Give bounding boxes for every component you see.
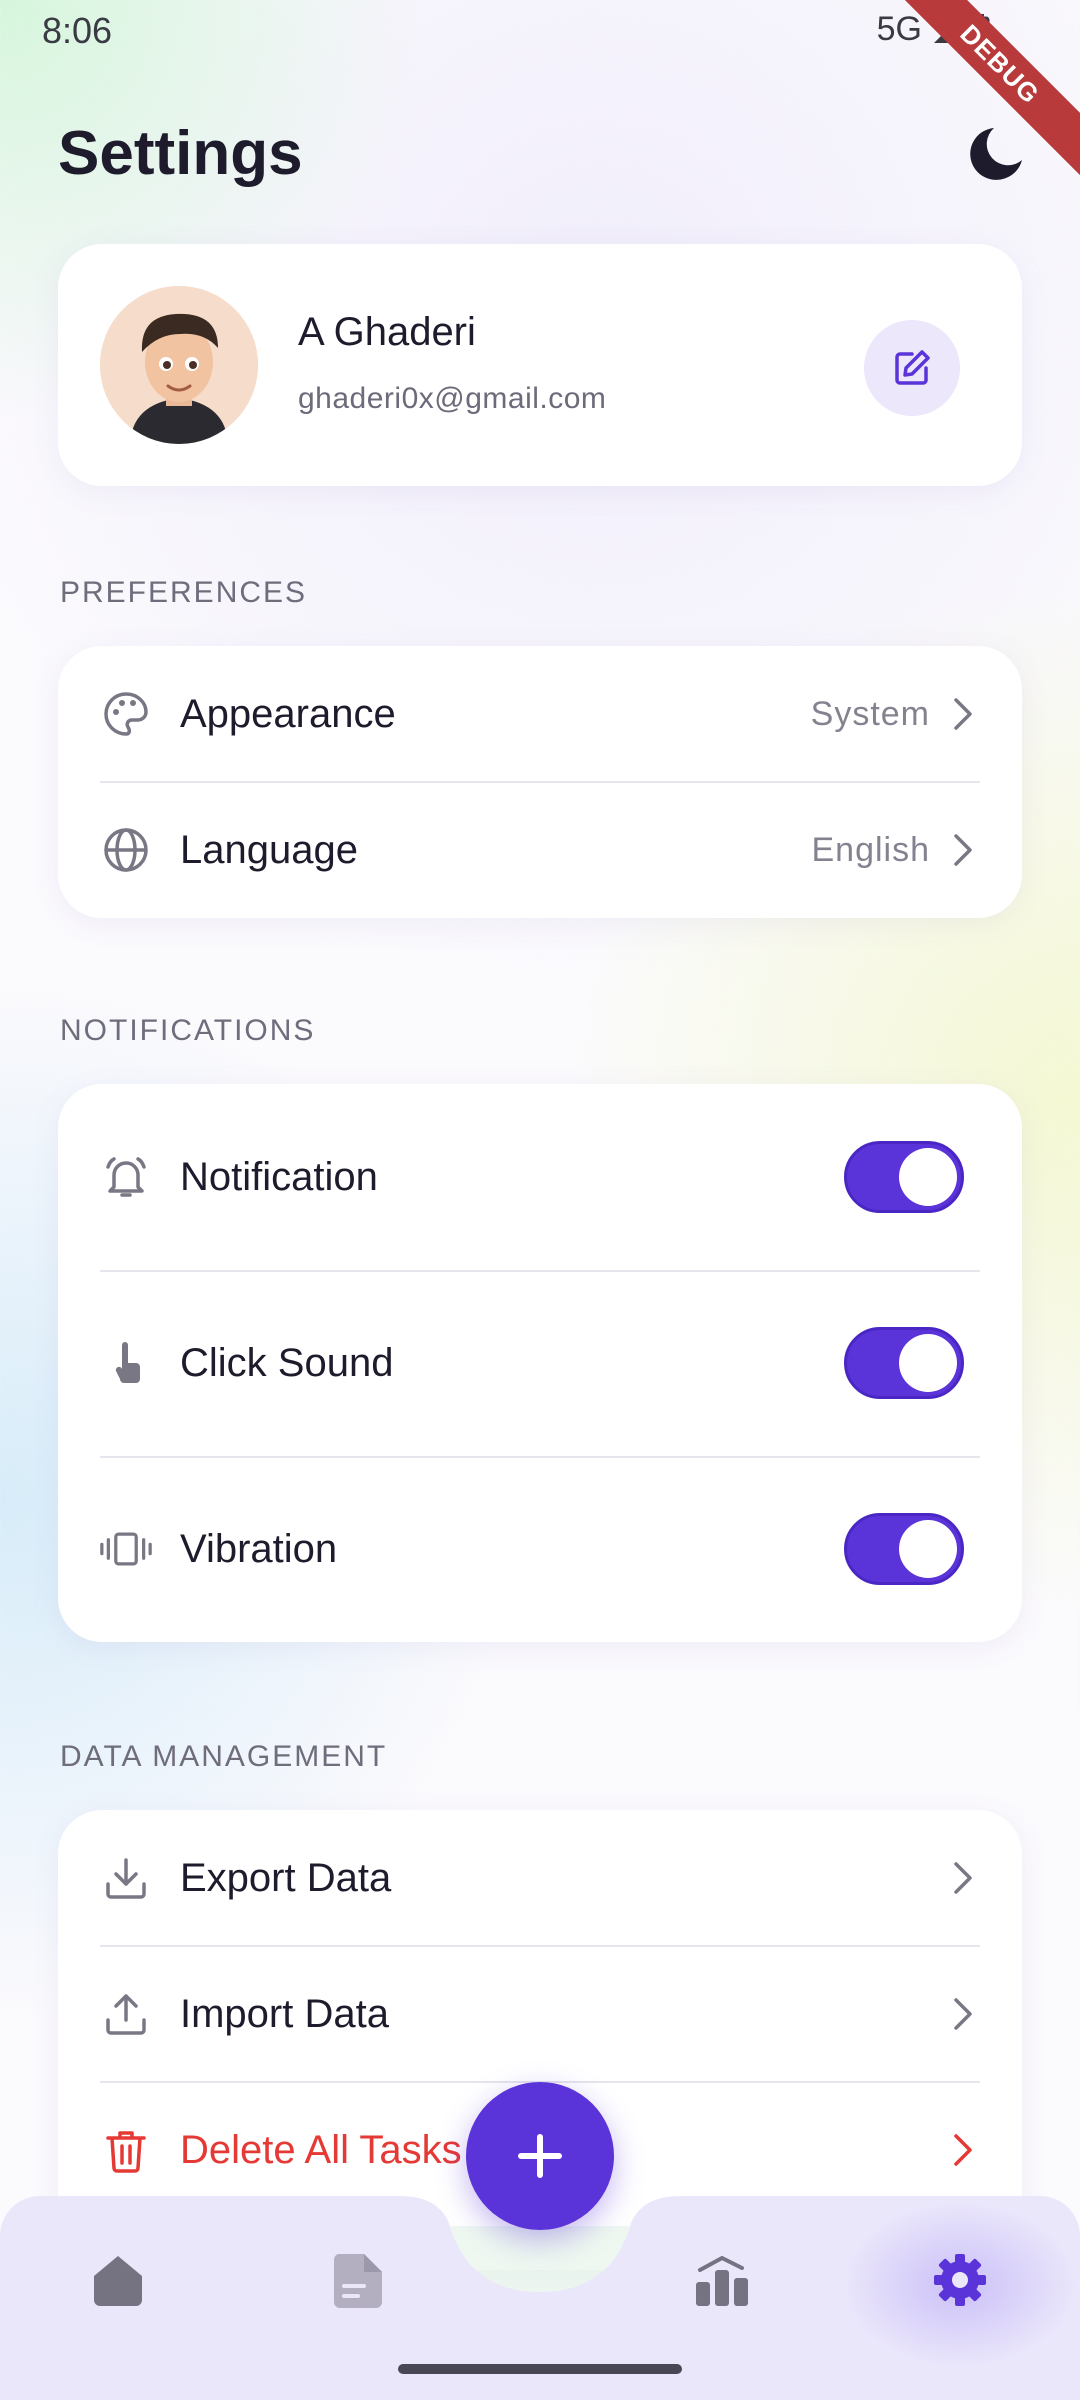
section-label-data-management: DATA MANAGEMENT bbox=[60, 1740, 388, 1773]
moon-icon bbox=[970, 128, 1022, 180]
upload-icon bbox=[100, 1988, 152, 2040]
globe-icon bbox=[100, 824, 152, 876]
settings-item-appearance[interactable]: Appearance System bbox=[58, 646, 1022, 782]
avatar bbox=[100, 286, 258, 444]
settings-item-label: Appearance bbox=[180, 691, 396, 736]
home-icon bbox=[94, 2256, 142, 2306]
settings-item-label: Delete All Tasks bbox=[180, 2127, 462, 2172]
nav-documents[interactable] bbox=[318, 2240, 398, 2320]
preferences-card: Appearance System Language English bbox=[58, 646, 1022, 918]
settings-item-notification: Notification bbox=[58, 1084, 1022, 1270]
settings-item-label: Click Sound bbox=[180, 1340, 394, 1385]
palette-icon bbox=[100, 688, 152, 740]
nav-settings[interactable] bbox=[920, 2240, 1000, 2320]
edit-icon bbox=[895, 350, 930, 385]
document-icon bbox=[333, 2254, 382, 2308]
tap-icon bbox=[100, 1337, 152, 1389]
settings-item-click-sound: Click Sound bbox=[58, 1270, 1022, 1456]
chevron-right-icon bbox=[954, 698, 972, 730]
notification-toggle[interactable] bbox=[844, 1141, 964, 1213]
settings-item-language[interactable]: Language English bbox=[58, 782, 1022, 918]
chevron-right-icon bbox=[954, 1862, 972, 1894]
trash-icon bbox=[100, 2124, 152, 2176]
settings-item-export-data[interactable]: Export Data bbox=[58, 1810, 1022, 1946]
nav-statistics[interactable] bbox=[682, 2240, 762, 2320]
settings-item-label: Language bbox=[180, 827, 358, 872]
chevron-right-icon bbox=[954, 2134, 972, 2166]
home-indicator bbox=[398, 2364, 682, 2374]
toggle-knob bbox=[899, 1334, 957, 1392]
bell-icon bbox=[100, 1151, 152, 1203]
nav-home[interactable] bbox=[78, 2240, 158, 2320]
settings-item-label: Export Data bbox=[180, 1855, 392, 1900]
page-title: Settings bbox=[58, 119, 303, 188]
edit-profile-button[interactable] bbox=[864, 320, 960, 416]
settings-item-value: System bbox=[810, 694, 930, 733]
chart-icon bbox=[696, 2255, 748, 2306]
download-icon bbox=[100, 1852, 152, 1904]
plus-icon bbox=[518, 2134, 562, 2178]
profile-email: ghaderi0x@gmail.com bbox=[298, 382, 607, 415]
settings-item-label: Notification bbox=[180, 1154, 378, 1199]
section-label-notifications: NOTIFICATIONS bbox=[60, 1014, 316, 1047]
settings-item-value: English bbox=[811, 830, 930, 869]
profile-name: A Ghaderi bbox=[298, 310, 476, 354]
settings-item-label: Import Data bbox=[180, 1991, 389, 2036]
profile-card[interactable]: A Ghaderi ghaderi0x@gmail.com bbox=[58, 244, 1022, 486]
settings-item-import-data[interactable]: Import Data bbox=[58, 1946, 1022, 2082]
network-label: 5G bbox=[876, 10, 922, 48]
notifications-card: Notification Click Sound Vibration bbox=[58, 1084, 1022, 1642]
settings-item-label: Vibration bbox=[180, 1526, 338, 1571]
settings-icon bbox=[934, 2254, 986, 2306]
theme-toggle-button[interactable] bbox=[960, 120, 1030, 190]
section-label-preferences: PREFERENCES bbox=[60, 576, 308, 609]
toggle-knob bbox=[899, 1520, 957, 1578]
chevron-right-icon bbox=[954, 834, 972, 866]
settings-item-vibration: Vibration bbox=[58, 1456, 1022, 1642]
status-time: 8:06 bbox=[42, 10, 113, 51]
click-sound-toggle[interactable] bbox=[844, 1327, 964, 1399]
toggle-knob bbox=[899, 1148, 957, 1206]
add-task-button[interactable] bbox=[466, 2082, 614, 2230]
chevron-right-icon bbox=[954, 1998, 972, 2030]
vibration-icon bbox=[100, 1523, 152, 1575]
vibration-toggle[interactable] bbox=[844, 1513, 964, 1585]
